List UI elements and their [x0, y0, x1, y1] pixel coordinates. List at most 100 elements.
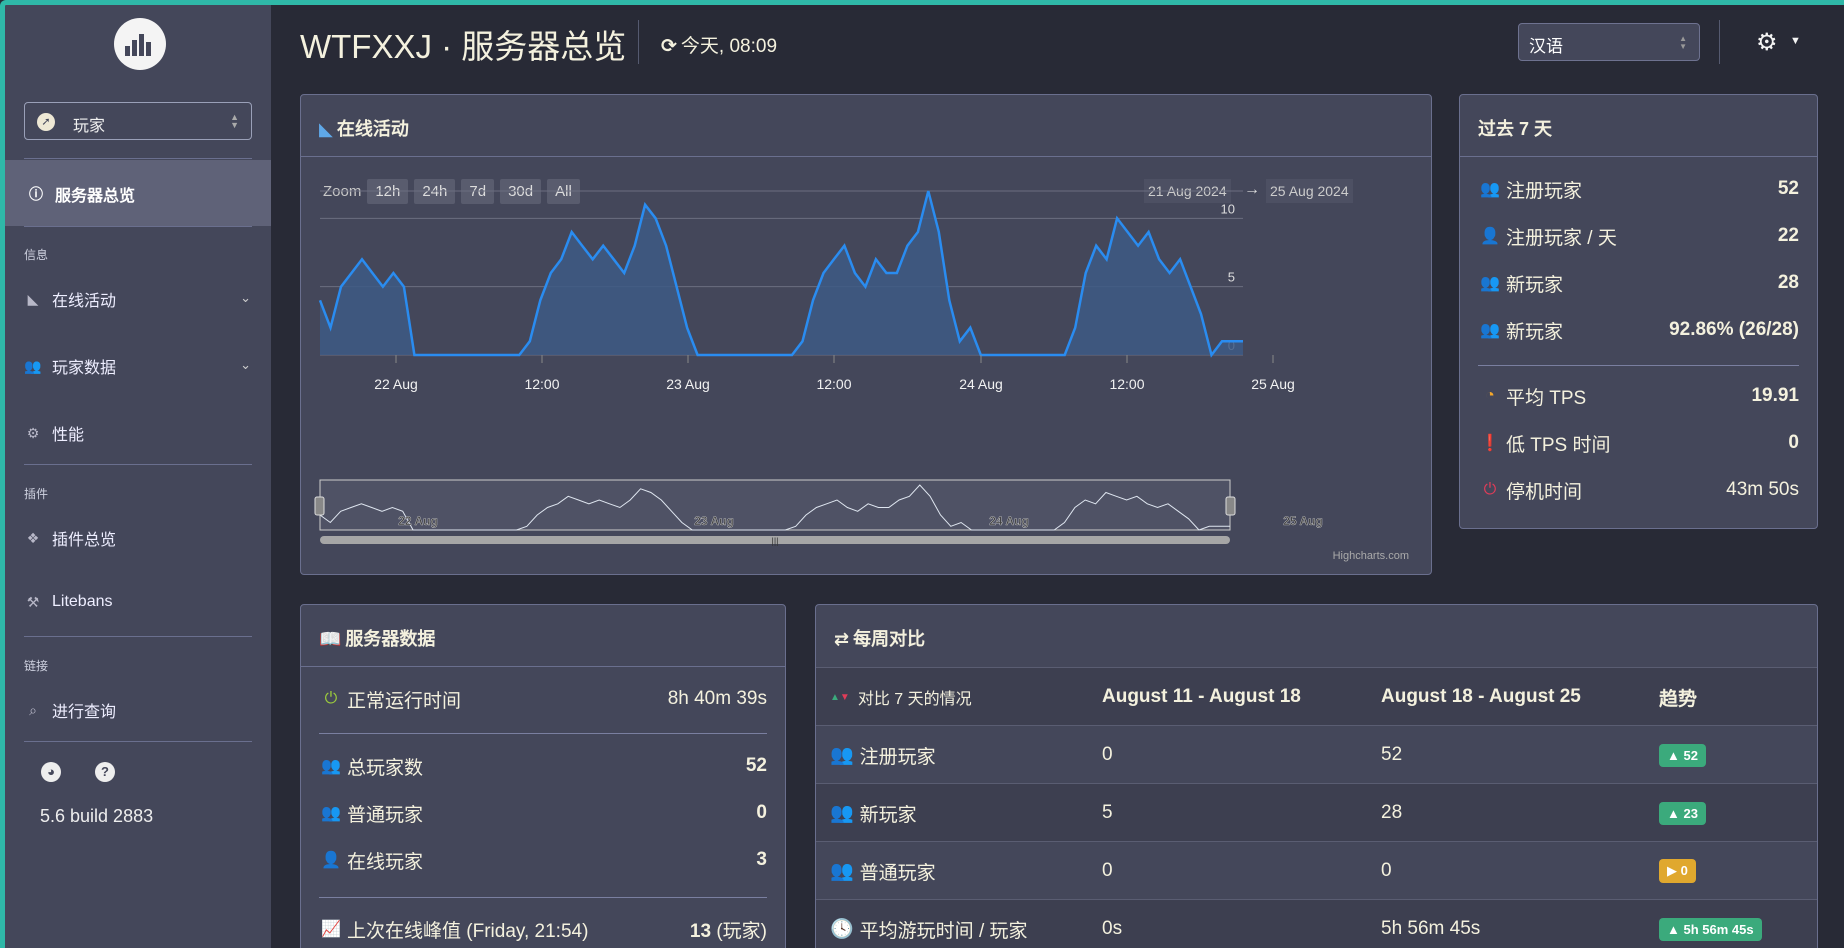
- stat-last-peak: 📈 上次在线峰值 (Friday, 21:54) 13 (玩家): [319, 915, 767, 943]
- table-row: 👥 新玩家 5 28 ▲ 23: [816, 783, 1817, 841]
- users-icon: 👥: [321, 758, 341, 775]
- view-selector[interactable]: ➚ 玩家 ▲ ▼: [24, 102, 252, 140]
- stat-new-players: 👥 新玩家 28: [1478, 269, 1799, 297]
- area-chart-icon: ◣: [27, 290, 39, 307]
- stat-low-tps: ❗ 低 TPS 时间 0: [1478, 429, 1799, 457]
- users-icon: 👥: [1480, 322, 1500, 339]
- gear-icon[interactable]: ⚙: [1756, 28, 1778, 57]
- stat-registered: 👥 注册玩家 52: [1478, 175, 1799, 203]
- user-icon: 👤: [1480, 228, 1500, 245]
- help-icon[interactable]: ?: [95, 762, 115, 782]
- trend-badge: ▶ 0: [1659, 859, 1696, 883]
- weekly-header-row: ▲ ▼ 对比 7 天的情况 August 11 - August 18 August…: [816, 667, 1817, 725]
- navigator-handle-left: [314, 496, 325, 516]
- stat-registered-per-day: 👤 注册玩家 / 天 22: [1478, 222, 1799, 250]
- view-selector-value: 玩家: [73, 118, 106, 135]
- sidebar-item-server-overview-label[interactable]: ⓘ 服务器总览: [27, 182, 135, 206]
- users-icon: 👥: [830, 745, 854, 766]
- weekly-comparison-card: ⇄ 每周对比 ▲ ▼ 对比 7 天的情况 August 11 - August 18 …: [815, 604, 1818, 948]
- chevron-down-icon[interactable]: ⌄: [240, 290, 251, 306]
- section-info: 信息: [24, 248, 49, 262]
- language-select-value: 汉语: [1529, 37, 1563, 56]
- users-icon: 👥: [830, 803, 854, 824]
- x-tick-label: 12:00: [524, 376, 559, 392]
- scrollbar-grip: |||: [771, 536, 778, 546]
- users-icon: 👥: [1480, 181, 1500, 198]
- cogs-icon: ⚙: [26, 424, 40, 441]
- users-icon: 👥: [321, 805, 341, 822]
- line-chart-icon: 📈: [321, 921, 341, 938]
- navigator-label: 25 Aug: [1283, 514, 1323, 528]
- trend-badge: ▲ 23: [1659, 801, 1706, 825]
- version-text: 5.6 build 2883: [40, 806, 154, 826]
- sidebar-item-plugins-overview[interactable]: ❖ 插件总览: [24, 526, 116, 550]
- x-tick-label: 22 Aug: [374, 376, 418, 392]
- navigator[interactable]: 22 Aug 23 Aug 24 Aug 25 Aug |||: [314, 479, 1323, 546]
- trend-badge: ▲ 5h 56m 45s: [1659, 917, 1762, 941]
- online-activity-card: ◣ 在线活动 Zoom 12h 24h 7d 30d All 21 Aug 202…: [300, 94, 1432, 575]
- stat-regular-players: 👥 普通玩家 0: [319, 799, 767, 827]
- y-tick-label: 10: [1221, 201, 1235, 216]
- highcharts-credit[interactable]: Highcharts.com: [1333, 550, 1409, 562]
- stat-downtime: ⏻ 停机时间 43m 50s: [1478, 476, 1799, 504]
- trend-badge: ▲ 52: [1659, 743, 1706, 767]
- last-7-days-card: 过去 7 天 👥 注册玩家 52 👤 注册玩家 / 天 22 👥 新玩家 28 👥 新玩…: [1459, 94, 1818, 529]
- user-icon: 👤: [321, 852, 341, 869]
- stat-uptime: ⏻ 正常运行时间 8h 40m 39s: [319, 685, 767, 713]
- clock-icon: 🕓: [830, 919, 854, 940]
- tachometer-icon: ◔: [1485, 387, 1495, 404]
- table-row: 👥 注册玩家 0 52 ▲ 52: [816, 725, 1817, 783]
- power-off-icon: ⏻: [1483, 481, 1497, 498]
- cubes-icon: ❖: [26, 529, 40, 546]
- x-tick-label: 12:00: [1109, 376, 1144, 392]
- server-data-card: 📖 服务器数据 ⏻ 正常运行时间 8h 40m 39s 👥 总玩家数 52 👥 普通玩家…: [300, 604, 786, 948]
- navigator-label: 24 Aug: [989, 514, 1029, 528]
- table-row: 🕓 平均游玩时间 / 玩家 0s 5h 56m 45s ▲ 5h 56m 45s: [816, 899, 1817, 948]
- power-off-icon: ⏻: [324, 690, 338, 707]
- chevron-down-icon[interactable]: ⌄: [240, 357, 251, 373]
- section-plugins: 插件: [24, 487, 49, 501]
- navigator-label: 23 Aug: [694, 514, 734, 528]
- refresh-status[interactable]: ⟳ 今天, 08:09: [661, 31, 777, 58]
- book-icon: 📖: [319, 629, 342, 649]
- refresh-icon[interactable]: ⟳: [661, 36, 677, 57]
- online-activity-chart[interactable]: 0510 22 Aug12:0023 Aug12:0024 Aug12:0025…: [301, 95, 1433, 565]
- table-row: 👥 普通玩家 0 0 ▶ 0: [816, 841, 1817, 899]
- navigator-label: 22 Aug: [398, 514, 438, 528]
- navigator-mask: [319, 479, 1231, 531]
- navigator-handle-right: [1225, 496, 1236, 516]
- sidebar-item-litebans[interactable]: ⚒ Litebans: [24, 593, 113, 611]
- x-tick-label: 23 Aug: [666, 376, 710, 392]
- users-icon: 👥: [830, 861, 854, 882]
- users-icon: 👥: [24, 357, 42, 374]
- sidebar-item-online-activity[interactable]: ◣ 在线活动: [24, 287, 116, 311]
- exchange-icon: ⇄: [834, 629, 850, 649]
- caret-down-icon[interactable]: ▼: [1790, 35, 1801, 47]
- gavel-icon: ⚒: [26, 593, 40, 610]
- sidebar-item-query[interactable]: ⌕ 进行查询: [24, 698, 116, 722]
- last-7-days-title: 过去 7 天: [1478, 119, 1553, 139]
- compass-icon: ➚: [37, 113, 55, 131]
- stat-online-players: 👤 在线玩家 3: [319, 846, 767, 874]
- x-tick-label: 24 Aug: [959, 376, 1003, 392]
- stat-avg-tps: ◔ 平均 TPS 19.91: [1478, 382, 1799, 410]
- select-arrows-icon: ▲ ▼: [1679, 34, 1687, 51]
- select-arrows-icon: ▲ ▼: [230, 112, 239, 130]
- sidebar-item-performance[interactable]: ⚙ 性能: [24, 421, 84, 445]
- sidebar-item-player-data[interactable]: 👥 玩家数据: [24, 354, 116, 378]
- sidebar: ➚ 玩家 ▲ ▼ ⓘ 服务器总览 信息 ◣ 在线活动 ⌄ 👥 玩家数据 ⌄ ⚙ 性…: [5, 0, 271, 948]
- section-links: 链接: [24, 659, 49, 673]
- y-tick-label: 5: [1228, 270, 1235, 285]
- search-icon: ⌕: [29, 701, 37, 718]
- language-select[interactable]: 汉语 ▲ ▼: [1518, 23, 1700, 61]
- palette-icon[interactable]: ◕: [41, 762, 61, 782]
- stat-new-players-retention: 👥 新玩家 92.86% (26/28): [1478, 316, 1799, 344]
- online-area: [320, 191, 1243, 355]
- page-title: WTFXXJ · 服务器总览: [300, 28, 627, 65]
- exclamation-circle-icon: ❗: [1480, 435, 1500, 452]
- stat-total-players: 👥 总玩家数 52: [319, 752, 767, 780]
- info-circle-icon: ⓘ: [29, 186, 43, 202]
- users-icon: 👥: [1480, 275, 1500, 292]
- logo-icon[interactable]: [114, 18, 166, 70]
- x-tick-label: 12:00: [816, 376, 851, 392]
